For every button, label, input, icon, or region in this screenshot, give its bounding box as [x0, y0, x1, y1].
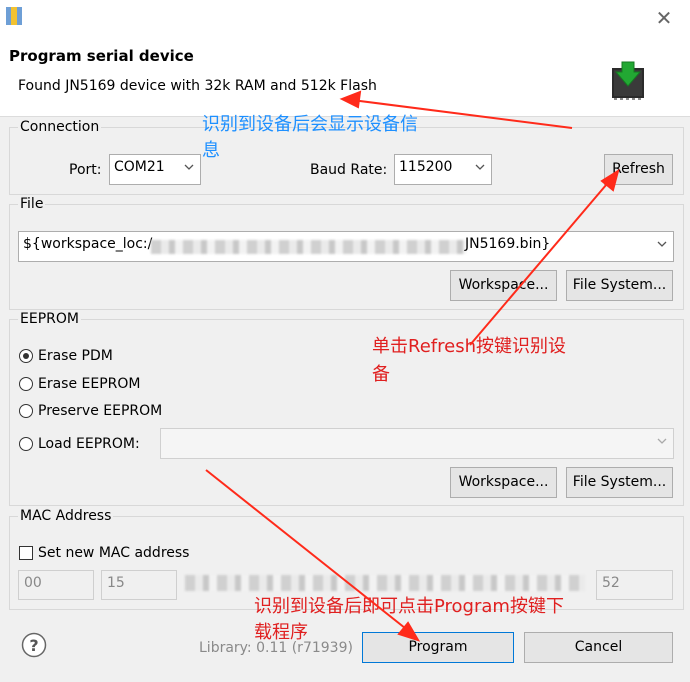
- mac-byte-last[interactable]: 52: [596, 570, 673, 600]
- erase-eeprom-radio[interactable]: [19, 377, 33, 391]
- port-select[interactable]: COM21: [109, 154, 201, 185]
- annotation-device-info-line2: 息: [202, 140, 220, 161]
- erase-pdm-radio[interactable]: [19, 349, 33, 363]
- help-symbol: ?: [29, 636, 38, 655]
- port-label: Port:: [69, 162, 102, 178]
- app-icon: [6, 7, 22, 25]
- redacted-mac-bytes: [185, 575, 585, 591]
- eeprom-filesystem-button[interactable]: File System...: [566, 467, 673, 498]
- file-filesystem-button[interactable]: File System...: [566, 270, 673, 301]
- set-mac-label[interactable]: Set new MAC address: [38, 545, 189, 561]
- help-icon[interactable]: ?: [21, 632, 47, 658]
- dialog-title: Program serial device: [9, 47, 194, 65]
- close-icon[interactable]: ✕: [654, 8, 674, 28]
- annotation-refresh-line1: 单击Refresh按键识别设: [372, 336, 566, 357]
- set-mac-checkbox[interactable]: [19, 546, 33, 560]
- dialog-message: Found JN5169 device with 32k RAM and 512…: [18, 78, 377, 94]
- eeprom-legend: EEPROM: [18, 311, 81, 327]
- file-path-start: ${workspace_loc:/: [23, 236, 153, 252]
- file-legend: File: [18, 196, 46, 212]
- annotation-program: 识别到设备后即可点击Program按键下 载程序: [254, 594, 564, 646]
- load-eeprom-path[interactable]: [160, 428, 674, 459]
- mac-legend: MAC Address: [18, 508, 114, 524]
- chevron-down-icon: [657, 438, 667, 444]
- erase-eeprom-label[interactable]: Erase EEPROM: [38, 376, 141, 392]
- annotation-refresh-line2: 备: [372, 364, 390, 385]
- erase-pdm-label[interactable]: Erase PDM: [38, 348, 113, 364]
- annotation-refresh: 单击Refresh按键识别设 备: [372, 333, 566, 389]
- preserve-eeprom-label[interactable]: Preserve EEPROM: [38, 403, 162, 419]
- chevron-down-icon: [184, 164, 194, 170]
- load-eeprom-radio[interactable]: [19, 437, 33, 451]
- annotation-program-line1: 识别到设备后即可点击Program按键下: [254, 596, 564, 617]
- port-value: COM21: [114, 159, 165, 175]
- baud-rate-label: Baud Rate:: [310, 162, 388, 178]
- eeprom-workspace-button[interactable]: Workspace...: [450, 467, 557, 498]
- chip-download-icon: [612, 61, 644, 100]
- redacted-path: [151, 240, 466, 254]
- load-eeprom-label[interactable]: Load EEPROM:: [38, 436, 140, 452]
- mac-byte-2[interactable]: 15: [101, 570, 177, 600]
- title-bar: [0, 0, 690, 34]
- file-path-input[interactable]: ${workspace_loc:/ JN5169.bin}: [18, 231, 674, 262]
- refresh-button[interactable]: Refresh: [604, 154, 673, 185]
- annotation-device-info: 识别到设备后会显示设备信 息: [202, 112, 418, 164]
- mac-byte-1[interactable]: 00: [18, 570, 94, 600]
- preserve-eeprom-radio[interactable]: [19, 404, 33, 418]
- chevron-down-icon: [475, 164, 485, 170]
- annotation-program-line2: 载程序: [254, 622, 308, 643]
- connection-legend: Connection: [18, 119, 102, 135]
- file-workspace-button[interactable]: Workspace...: [450, 270, 557, 301]
- chevron-down-icon: [657, 241, 667, 247]
- file-path-end: JN5169.bin}: [465, 236, 551, 252]
- annotation-device-info-line1: 识别到设备后会显示设备信: [202, 114, 418, 135]
